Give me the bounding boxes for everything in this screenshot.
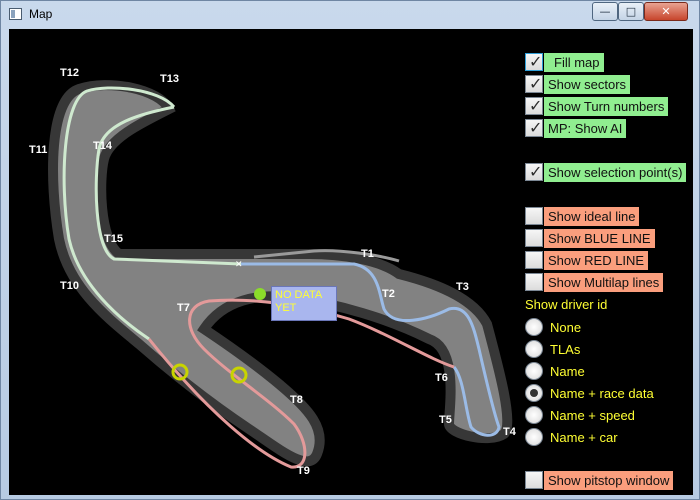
map-window: Map — □ ✕ ✕ T1 T2 T3 T4 T5 T6 T7 T8 T9 T… (0, 0, 700, 500)
track-fill-area (48, 80, 513, 467)
turn-label-t7: T7 (177, 302, 190, 314)
turn-label-t5: T5 (439, 414, 452, 426)
turn-label-t4: T4 (503, 426, 517, 438)
turn-label-t6: T6 (435, 372, 448, 384)
turn-label-t14: T14 (93, 140, 113, 152)
checkbox-box[interactable]: ✓ (525, 162, 543, 181)
checkbox-box[interactable] (525, 229, 543, 247)
driver-id-radio-label[interactable]: None (550, 318, 581, 337)
close-button[interactable]: ✕ (644, 2, 688, 21)
show-ideal-line-label[interactable]: Show ideal line (544, 207, 640, 226)
radio-button[interactable] (525, 362, 543, 380)
turn-label-t2: T2 (382, 288, 395, 300)
no-data-label-line2: YET (275, 302, 297, 314)
radio-button[interactable] (525, 384, 543, 402)
checkbox-box[interactable] (525, 251, 543, 269)
show-sectors-label[interactable]: Show sectors (544, 75, 631, 94)
turn-label-t8: T8 (290, 394, 303, 406)
driver-id-heading: Show driver id (525, 297, 608, 312)
radio-button[interactable] (525, 318, 543, 336)
check-icon: ✓ (529, 52, 543, 71)
checkbox-box[interactable] (525, 207, 543, 225)
radio-button[interactable] (525, 406, 543, 424)
start-finish-marker: ✕ (235, 260, 243, 270)
no-data-label: NO DATA (275, 289, 323, 301)
radio-button[interactable] (525, 340, 543, 358)
checkbox-box[interactable] (525, 273, 543, 291)
driver-id-radio-label[interactable]: TLAs (550, 340, 580, 359)
turn-label-t12: T12 (60, 67, 79, 79)
checkbox-box[interactable] (525, 471, 543, 489)
driver-id-radio-label[interactable]: Name + car (550, 428, 618, 447)
driver-id-radio-label[interactable]: Name + race data (550, 384, 654, 403)
turn-label-t11: T11 (29, 144, 47, 156)
checkbox-box[interactable]: ✓ (525, 118, 543, 137)
title-bar[interactable]: Map — □ ✕ (1, 1, 700, 29)
check-icon: ✓ (529, 74, 543, 93)
map-canvas[interactable]: ✕ T1 T2 T3 T4 T5 T6 T7 T8 T9 T10 T11 T12… (9, 29, 693, 495)
turn-label-t3: T3 (456, 281, 469, 293)
maximize-button[interactable]: □ (618, 2, 644, 21)
turn-label-t15: T15 (104, 233, 123, 245)
driver-id-radio-label[interactable]: Name + speed (550, 406, 635, 425)
radio-selected-dot (530, 389, 538, 397)
driver-id-radio-label[interactable]: Name (550, 362, 585, 381)
window-title: Map (29, 7, 53, 21)
turn-label-t10: T10 (60, 280, 79, 292)
checkbox-box[interactable]: ✓ (525, 74, 543, 93)
turn-label-t13: T13 (160, 73, 179, 85)
turn-label-t9: T9 (297, 465, 310, 477)
fill-map-label[interactable]: Fill map (544, 53, 604, 72)
radio-button[interactable] (525, 428, 543, 446)
check-icon: ✓ (529, 96, 543, 115)
show-pitstop-window-label[interactable]: Show pitstop window (544, 471, 674, 490)
no-data-tooltip: NO DATA YET (271, 286, 337, 321)
show-red-line-label[interactable]: Show RED LINE (544, 251, 649, 270)
mp-show-ai-label[interactable]: MP: Show AI (544, 119, 627, 138)
driver-marker[interactable] (254, 288, 266, 300)
show-blue-line-label[interactable]: Show BLUE LINE (544, 229, 655, 248)
show-multilap-lines-label[interactable]: Show Multilap lines (544, 273, 664, 292)
turn-label-t1: T1 (361, 248, 374, 260)
check-icon: ✓ (529, 162, 543, 181)
show-turn-numbers-label[interactable]: Show Turn numbers (544, 97, 669, 116)
show-selection-points-label[interactable]: Show selection point(s) (544, 163, 687, 182)
window-app-icon (9, 8, 22, 20)
checkbox-box[interactable]: ✓ (525, 96, 543, 115)
checkbox-box[interactable]: ✓ (525, 52, 543, 71)
minimize-button[interactable]: — (592, 2, 618, 21)
check-icon: ✓ (529, 118, 543, 137)
